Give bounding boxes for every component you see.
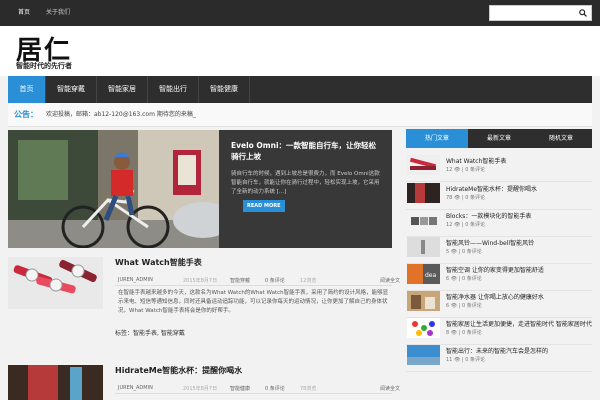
sidebar-thumbnail[interactable] (407, 291, 440, 311)
sidebar-item-title[interactable]: 智能空调 让你的家变得更加智能舒适 (446, 265, 544, 274)
sidebar-thumbnail[interactable] (407, 210, 440, 230)
sidebar-item[interactable]: What Watch智能手表 12 👁 | 0 条评论 (406, 155, 592, 182)
post-title[interactable]: What Watch智能手表 (115, 257, 202, 268)
nav-item-smart-home[interactable]: 智能家居 (97, 76, 148, 103)
post-tags[interactable]: 标签：智能手表, 智能穿戴 (115, 328, 185, 337)
sidebar-item-title[interactable]: Blocks：一款模块化的智能手表 (446, 211, 531, 220)
site-tagline: 智能时代的先行者 (16, 61, 72, 70)
post-meta: JUREN_ADMIN 2015年8月7日 智能健康 0 条评论 78浏览 阅读… (115, 385, 400, 394)
eye-icon: 👁 (450, 276, 458, 282)
ticker-text[interactable]: 欢迎投稿，邮箱：ab12-120@163.com 期待您的来稿_ (46, 103, 196, 126)
nav-item-health[interactable]: 智能健康 (199, 76, 250, 103)
sidebar-item-meta: 6 👁 | 0 条评论 (446, 276, 482, 282)
sidebar-item-meta: 6 👁 | 0 条评论 (446, 303, 482, 309)
featured-post: Evelo Omni：一款智能自行车，让你轻松骑行上坡 骑自行车的时候，遇到上坡… (8, 130, 392, 248)
post-thumbnail[interactable] (8, 257, 103, 309)
featured-excerpt: 骑自行车的时候，遇到上坡总是很费力，而 Evelo Omni这款智能自行车，就能… (231, 171, 380, 195)
sidebar-item[interactable]: 智能出行：未来的智能汽车会是怎样的 11 👁 | 0 条评论 (406, 345, 592, 372)
sidebar: 热门文章 最新文章 随机文章 What Watch智能手表 12 👁 | 0 条… (406, 129, 592, 400)
post-meta: JUREN_ADMIN 2015年8月7日 智能穿戴 0 条评论 12浏览 阅读… (115, 277, 400, 286)
read-more-button[interactable]: READ MORE (243, 200, 285, 212)
sidebar-thumbnail[interactable] (407, 183, 440, 203)
post-views: 78浏览 (300, 386, 317, 392)
sidebar-item-title[interactable]: What Watch智能手表 (446, 156, 506, 165)
sidebar-item-meta: 5 👁 | 0 条评论 (446, 249, 482, 255)
sidebar-thumbnail[interactable] (407, 155, 440, 175)
post-date: 2015年8月7日 (183, 278, 218, 284)
eye-icon: 👁 (453, 167, 461, 173)
tab-random[interactable]: 随机文章 (530, 129, 592, 148)
post-more[interactable]: 阅读全文 (380, 277, 400, 284)
sidebar-item[interactable]: dea 智能空调 让你的家变得更加智能舒适 6 👁 | 0 条评论 (406, 264, 592, 291)
sidebar-item-meta: 11 👁 | 0 条评论 (446, 357, 485, 363)
sidebar-thumbnail[interactable] (407, 237, 440, 257)
post-comments[interactable]: 0 条评论 (265, 385, 285, 392)
post-author[interactable]: JUREN_ADMIN (118, 385, 153, 391)
news-ticker: 公告： 欢迎投稿，邮箱：ab12-120@163.com 期待您的来稿_ (8, 103, 592, 127)
sidebar-item-meta: 12 👁 | 0 条评论 (446, 167, 485, 173)
featured-panel: Evelo Omni：一款智能自行车，让你轻松骑行上坡 骑自行车的时候，遇到上坡… (219, 130, 392, 248)
post-author[interactable]: JUREN_ADMIN (118, 277, 153, 283)
post-item: HidrateMe智能水杯：提醒你喝水 JUREN_ADMIN 2015年8月7… (8, 365, 400, 400)
eye-icon: 👁 (450, 330, 458, 336)
top-nav: 首页 关于我们 (10, 0, 78, 26)
eye-icon: 👁 (453, 357, 461, 363)
sidebar-item[interactable]: 智能净水器 让你喝上放心的健康好水 6 👁 | 0 条评论 (406, 291, 592, 318)
tab-latest[interactable]: 最新文章 (468, 129, 530, 148)
eye-icon: 👁 (450, 303, 458, 309)
ticker-label: 公告： (14, 110, 38, 119)
sidebar-thumbnail[interactable] (407, 318, 440, 338)
sidebar-item[interactable]: Blocks：一款模块化的智能手表 12 👁 | 0 条评论 (406, 210, 592, 237)
eye-icon: 👁 (450, 249, 458, 255)
sidebar-item-meta: 78 👁 | 0 条评论 (446, 195, 485, 201)
top-nav-home[interactable]: 首页 (10, 0, 38, 26)
search-input[interactable] (490, 6, 574, 20)
post-item: What Watch智能手表 JUREN_ADMIN 2015年8月7日 智能穿… (8, 257, 400, 343)
eye-icon: 👁 (453, 195, 461, 201)
search-box (489, 5, 592, 21)
nav-item-wearables[interactable]: 智能穿戴 (46, 76, 97, 103)
post-category[interactable]: 智能穿戴 (230, 277, 250, 284)
top-bar: 首页 关于我们 (0, 0, 600, 26)
eye-icon: 👁 (453, 222, 461, 228)
svg-text:dea: dea (425, 272, 437, 279)
post-more[interactable]: 阅读全文 (380, 385, 400, 392)
sidebar-item-title[interactable]: HidrateMe智能水杯：提醒你喝水 (446, 184, 537, 193)
site-header: 居仁 智能时代的先行者 (0, 26, 600, 76)
post-excerpt: 在智能手表越来越多的今天，这款名为What Watch的What Watch智能… (118, 290, 389, 314)
sidebar-thumbnail[interactable]: dea (407, 264, 440, 284)
post-date: 2015年8月7日 (183, 386, 218, 392)
sidebar-item-meta: 12 👁 | 0 条评论 (446, 222, 485, 228)
sidebar-item[interactable]: 智能风铃——Wind-bell智能风铃 5 👁 | 0 条评论 (406, 237, 592, 264)
nav-item-travel[interactable]: 智能出行 (148, 76, 199, 103)
sidebar-thumbnail[interactable] (407, 345, 440, 365)
post-views: 12浏览 (300, 278, 317, 284)
search-icon[interactable] (579, 9, 587, 17)
nav-item-home[interactable]: 首页 (8, 76, 46, 103)
post-category[interactable]: 智能健康 (230, 385, 250, 392)
featured-title[interactable]: Evelo Omni：一款智能自行车，让你轻松骑行上坡 (231, 140, 380, 162)
main-nav: 首页 智能穿戴 智能家居 智能出行 智能健康 (8, 76, 592, 103)
tab-popular[interactable]: 热门文章 (406, 129, 468, 148)
top-nav-about[interactable]: 关于我们 (38, 0, 78, 26)
sidebar-tabs: 热门文章 最新文章 随机文章 (406, 129, 592, 148)
sidebar-item[interactable]: HidrateMe智能水杯：提醒你喝水 78 👁 | 0 条评论 (406, 183, 592, 210)
sidebar-item[interactable]: 智能家居让生活更加便捷，走进智能时代 智能家居时代 8 👁 | 0 条评论 (406, 318, 592, 345)
sidebar-item-title[interactable]: 智能风铃——Wind-bell智能风铃 (446, 238, 534, 247)
sidebar-item-title[interactable]: 智能家居让生活更加便捷，走进智能时代 智能家居时代 (446, 319, 592, 328)
sidebar-item-meta: 8 👁 | 0 条评论 (446, 330, 482, 336)
post-comments[interactable]: 0 条评论 (265, 277, 285, 284)
sidebar-item-title[interactable]: 智能出行：未来的智能汽车会是怎样的 (446, 346, 548, 355)
featured-image[interactable] (8, 130, 219, 248)
post-thumbnail[interactable] (8, 365, 103, 400)
sidebar-item-title[interactable]: 智能净水器 让你喝上放心的健康好水 (446, 292, 544, 301)
post-title[interactable]: HidrateMe智能水杯：提醒你喝水 (115, 365, 242, 376)
